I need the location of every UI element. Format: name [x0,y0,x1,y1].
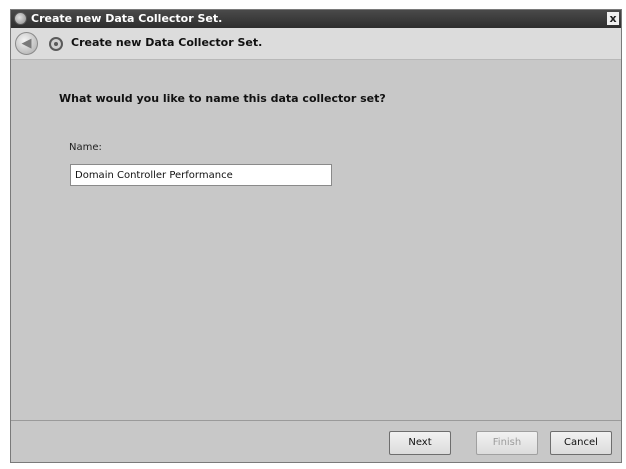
back-button[interactable]: ◀ [15,32,38,55]
finish-button[interactable]: Finish [476,431,538,455]
button-bar: Next Finish Cancel [11,420,621,462]
wizard-window: Create new Data Collector Set. x ◀ Creat… [10,9,622,463]
wizard-icon [49,37,63,51]
name-label: Name: [69,142,102,153]
name-input[interactable] [70,164,332,186]
wizard-title: Create new Data Collector Set. [71,36,263,49]
window-title: Create new Data Collector Set. [31,12,223,25]
name-question: What would you like to name this data co… [59,92,386,105]
wizard-header: ◀ Create new Data Collector Set. [11,28,621,60]
back-arrow-icon: ◀ [21,36,32,51]
cancel-button[interactable]: Cancel [550,431,612,455]
next-button[interactable]: Next [389,431,451,455]
title-bar: Create new Data Collector Set. x [11,10,621,28]
close-button[interactable]: x [607,12,619,25]
window-icon [14,12,27,25]
